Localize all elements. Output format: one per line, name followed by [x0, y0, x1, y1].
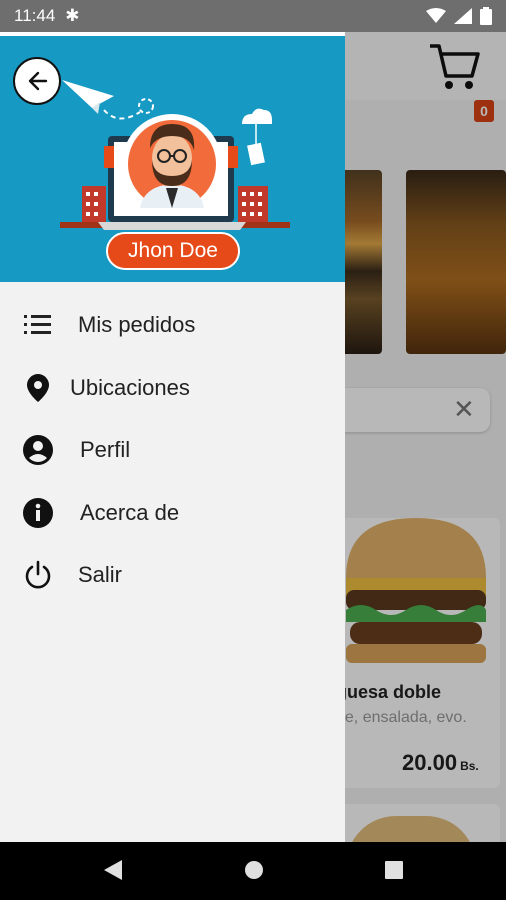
- location-pin-icon: [20, 370, 56, 406]
- menu-item-ubicaciones[interactable]: Ubicaciones: [0, 357, 345, 420]
- menu-item-salir[interactable]: Salir: [0, 544, 345, 607]
- menu-item-label: Acerca de: [80, 499, 180, 525]
- battery-icon: [480, 7, 492, 25]
- menu-item-label: Salir: [78, 562, 123, 588]
- nav-back-icon[interactable]: [102, 858, 124, 882]
- navigation-drawer: Jhon Doe Mis pedidos Ubicaciones Perfil …: [0, 32, 345, 842]
- power-icon: [20, 557, 56, 593]
- back-button[interactable]: [13, 57, 61, 105]
- user-name: Jhon Doe: [106, 232, 240, 270]
- signal-icon: [454, 8, 472, 24]
- status-time: 11:44: [14, 6, 56, 25]
- nav-recents-icon[interactable]: [384, 858, 404, 882]
- menu-item-acerca-de[interactable]: Acerca de: [0, 482, 345, 545]
- settings-gear-icon: ✱: [65, 6, 80, 25]
- status-bar: 11:44 ✱: [0, 0, 506, 32]
- menu-item-label: Perfil: [80, 437, 131, 463]
- list-icon: [20, 307, 56, 343]
- arrow-left-icon: [28, 71, 48, 91]
- menu-item-perfil[interactable]: Perfil: [0, 419, 345, 482]
- menu-item-mis-pedidos[interactable]: Mis pedidos: [0, 294, 345, 357]
- account-circle-icon: [20, 432, 56, 468]
- menu-item-label: Mis pedidos: [78, 312, 196, 338]
- drawer-menu: Mis pedidos Ubicaciones Perfil Acerca de…: [0, 294, 345, 607]
- info-icon: [20, 495, 56, 531]
- nav-home-icon[interactable]: [243, 858, 265, 882]
- drawer-header: Jhon Doe: [0, 32, 345, 282]
- system-navigation-bar: [0, 842, 506, 900]
- wifi-icon: [426, 8, 446, 23]
- menu-item-label: Ubicaciones: [70, 374, 190, 400]
